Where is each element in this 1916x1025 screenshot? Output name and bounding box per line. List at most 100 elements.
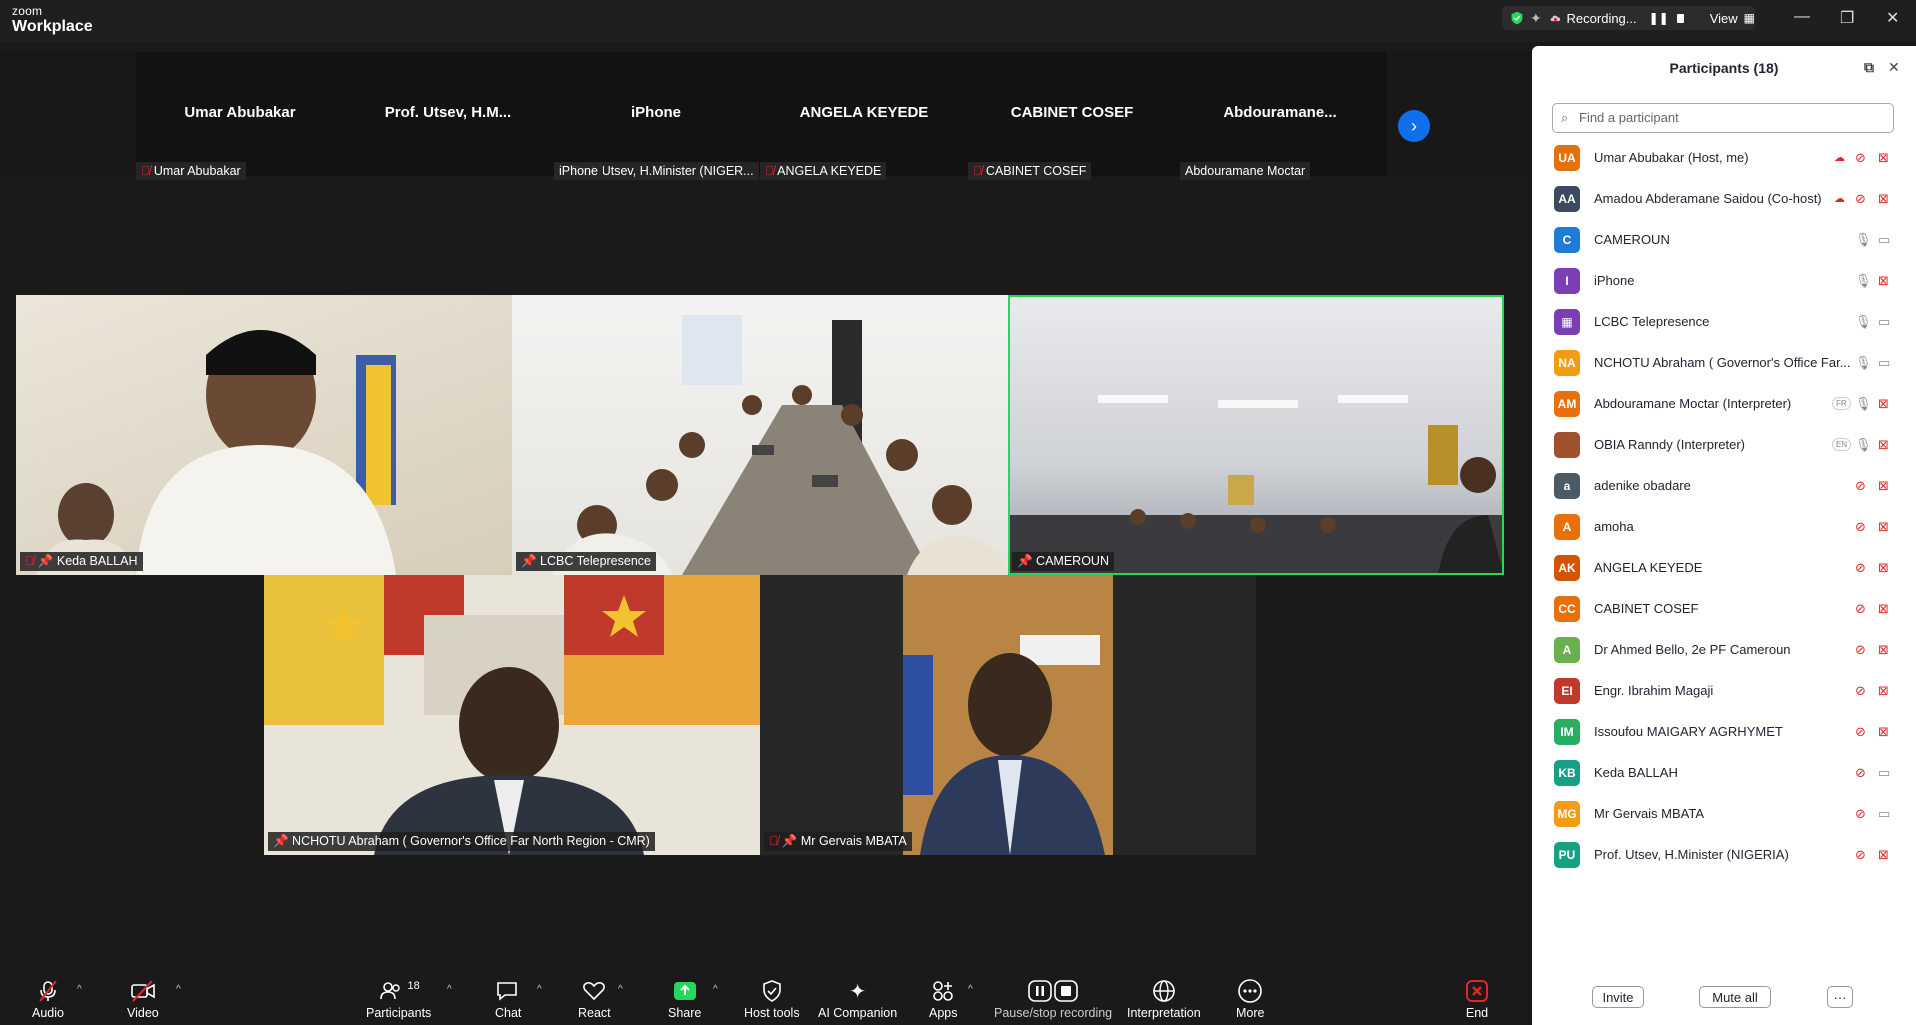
- participant-row[interactable]: PU Prof. Utsev, H.Minister (NIGERIA) ⊘ ⊠: [1532, 834, 1916, 875]
- participant-row[interactable]: a adenike obadare ⊘ ⊠: [1532, 465, 1916, 506]
- participant-row[interactable]: IiPhone 🎙 ⊠: [1532, 260, 1916, 301]
- pause-stop-recording-button[interactable]: Pause/stop recording: [994, 978, 1112, 1020]
- close-panel-icon[interactable]: ✕: [1888, 59, 1900, 76]
- video-icon[interactable]: ▭: [1878, 232, 1890, 248]
- participant-row[interactable]: AA Amadou Abderamane Saidou (Co-host) ☁ ⊘ ⊠: [1532, 178, 1916, 219]
- participant-row[interactable]: MG Mr Gervais MBATA ⊘ ▭: [1532, 793, 1916, 834]
- close-window-button[interactable]: ✕: [1886, 8, 1899, 28]
- sparkle-icon[interactable]: ✦: [1530, 10, 1542, 27]
- more-options-button[interactable]: ···: [1827, 986, 1853, 1008]
- react-button[interactable]: React: [578, 978, 611, 1020]
- video-off-icon[interactable]: ⊠: [1878, 683, 1889, 699]
- mic-icon[interactable]: 🎙: [1855, 314, 1872, 330]
- stop-recording-icon[interactable]: [1676, 13, 1684, 23]
- share-button[interactable]: Share: [668, 978, 701, 1020]
- mic-muted-icon[interactable]: ⊘: [1855, 806, 1866, 822]
- apps-options-caret[interactable]: ^: [968, 984, 973, 995]
- chat-button[interactable]: Chat: [495, 978, 521, 1020]
- video-icon[interactable]: ▭: [1878, 355, 1890, 371]
- participant-row[interactable]: A Dr Ahmed Bello, 2e PF Cameroun ⊘ ⊠: [1532, 629, 1916, 670]
- mic-muted-icon[interactable]: ⊘: [1855, 847, 1866, 863]
- mic-muted-icon[interactable]: ⊘: [1855, 150, 1866, 166]
- pause-recording-icon[interactable]: ❚❚: [1649, 11, 1669, 25]
- strip-tile[interactable]: iPhone iPhone: [552, 52, 760, 180]
- mic-icon[interactable]: 🎙: [1855, 396, 1872, 412]
- mic-muted-icon[interactable]: ⊘: [1855, 683, 1866, 699]
- participant-row[interactable]: C CAMEROUN 🎙 ▭: [1532, 219, 1916, 260]
- mic-muted-icon[interactable]: ⊘: [1855, 519, 1866, 535]
- mic-icon[interactable]: 🎙: [1855, 232, 1872, 248]
- view-grid-icon[interactable]: ▦: [1744, 11, 1755, 25]
- video-tile-nchotu[interactable]: 📌 NCHOTU Abraham ( Governor's Office Far…: [264, 575, 760, 855]
- participant-row[interactable]: ▦ LCBC Telepresence 🎙 ▭: [1532, 301, 1916, 342]
- video-off-icon[interactable]: ⊠: [1878, 519, 1889, 535]
- participant-row[interactable]: AK ANGELA KEYEDE ⊘ ⊠: [1532, 547, 1916, 588]
- restore-button[interactable]: ❐: [1840, 8, 1854, 28]
- end-meeting-button[interactable]: End: [1465, 978, 1489, 1020]
- video-tile-gervais[interactable]: 🎙̸ 📌 Mr Gervais MBATA: [760, 575, 1256, 855]
- view-button[interactable]: View: [1710, 11, 1738, 26]
- strip-tile[interactable]: Prof. Utsev, H.M... 🎙̸ Prof. Utsev, H.Mi…: [344, 52, 759, 180]
- video-tile-cameroun[interactable]: 📌 CAMEROUN: [1008, 295, 1504, 575]
- strip-tile[interactable]: CABINET COSEF 🎙̸ CABINET COSEF: [968, 52, 1176, 180]
- chat-options-caret[interactable]: ^: [537, 984, 542, 995]
- participant-row[interactable]: AM Abdouramane Moctar (Interpreter) FR 🎙 ⊠: [1532, 383, 1916, 424]
- video-icon[interactable]: ▭: [1878, 765, 1890, 781]
- mic-icon[interactable]: 🎙: [1855, 273, 1872, 289]
- react-options-caret[interactable]: ^: [618, 984, 623, 995]
- invite-button[interactable]: Invite: [1592, 986, 1644, 1008]
- video-button[interactable]: Video: [127, 978, 159, 1020]
- video-off-icon[interactable]: ⊠: [1878, 273, 1889, 289]
- mic-muted-icon[interactable]: ⊘: [1855, 724, 1866, 740]
- participants-button[interactable]: 18 Participants: [366, 978, 431, 1020]
- mic-icon[interactable]: 🎙: [1855, 355, 1872, 371]
- more-button[interactable]: More: [1236, 978, 1264, 1020]
- video-off-icon[interactable]: ⊠: [1878, 191, 1889, 207]
- video-off-icon[interactable]: ⊠: [1878, 642, 1889, 658]
- mic-icon[interactable]: 🎙: [1855, 437, 1872, 453]
- minimize-button[interactable]: —: [1794, 8, 1810, 26]
- search-input[interactable]: ⌕ Find a participant: [1552, 103, 1894, 133]
- strip-tile[interactable]: Umar Abubakar 🎙̸ Umar Abubakar: [136, 52, 344, 180]
- video-off-icon[interactable]: ⊠: [1878, 150, 1889, 166]
- mic-muted-icon[interactable]: ⊘: [1855, 601, 1866, 617]
- video-icon[interactable]: ▭: [1878, 806, 1890, 822]
- video-off-icon[interactable]: ⊠: [1878, 396, 1889, 412]
- video-off-icon[interactable]: ⊠: [1878, 847, 1889, 863]
- participant-row[interactable]: EI Engr. Ibrahim Magaji ⊘ ⊠: [1532, 670, 1916, 711]
- host-tools-button[interactable]: Host tools: [744, 978, 800, 1020]
- strip-next-button[interactable]: ›: [1398, 110, 1430, 142]
- interpretation-button[interactable]: Interpretation: [1127, 978, 1201, 1020]
- mute-all-button[interactable]: Mute all: [1699, 986, 1771, 1008]
- video-icon[interactable]: ▭: [1878, 314, 1890, 330]
- participant-row[interactable]: KB Keda BALLAH ⊘ ▭: [1532, 752, 1916, 793]
- participant-row[interactable]: CC CABINET COSEF ⊘ ⊠: [1532, 588, 1916, 629]
- mic-muted-icon[interactable]: ⊘: [1855, 765, 1866, 781]
- mic-muted-icon[interactable]: ⊘: [1855, 642, 1866, 658]
- video-off-icon[interactable]: ⊠: [1878, 724, 1889, 740]
- mic-muted-icon[interactable]: ⊘: [1855, 478, 1866, 494]
- participant-row[interactable]: NA NCHOTU Abraham ( Governor's Office Far…: [1532, 342, 1916, 383]
- video-off-icon[interactable]: ⊠: [1878, 478, 1889, 494]
- audio-button[interactable]: Audio: [32, 978, 64, 1020]
- mic-muted-icon[interactable]: ⊘: [1855, 560, 1866, 576]
- participants-options-caret[interactable]: ^: [447, 984, 452, 995]
- apps-button[interactable]: Apps: [929, 978, 958, 1020]
- participant-row[interactable]: UA Umar Abubakar (Host, me) ☁ ⊘ ⊠: [1532, 137, 1916, 178]
- video-options-caret[interactable]: ^: [176, 984, 181, 995]
- video-off-icon[interactable]: ⊠: [1878, 437, 1889, 453]
- participant-row[interactable]: Aamoha ⊘ ⊠: [1532, 506, 1916, 547]
- video-off-icon[interactable]: ⊠: [1878, 560, 1889, 576]
- participant-row[interactable]: OBIA Ranndy (Interpreter) EN 🎙 ⊠: [1532, 424, 1916, 465]
- video-tile-lcbc[interactable]: 📌 LCBC Telepresence: [512, 295, 1008, 575]
- video-off-icon[interactable]: ⊠: [1878, 601, 1889, 617]
- mic-muted-icon[interactable]: ⊘: [1855, 191, 1866, 207]
- share-options-caret[interactable]: ^: [713, 984, 718, 995]
- strip-tile[interactable]: ANGELA KEYEDE 🎙̸ ANGELA KEYEDE: [760, 52, 968, 180]
- audio-options-caret[interactable]: ^: [77, 984, 82, 995]
- participant-row[interactable]: IM Issoufou MAIGARY AGRHYMET ⊘ ⊠: [1532, 711, 1916, 752]
- popout-icon[interactable]: ⧉: [1864, 59, 1874, 76]
- ai-companion-button[interactable]: ✦ AI Companion: [818, 978, 897, 1021]
- video-tile-keda[interactable]: 🎙̸ 📌 Keda BALLAH: [16, 295, 512, 575]
- strip-tile[interactable]: Abdouramane... Abdouramane Moctar: [1176, 52, 1384, 180]
